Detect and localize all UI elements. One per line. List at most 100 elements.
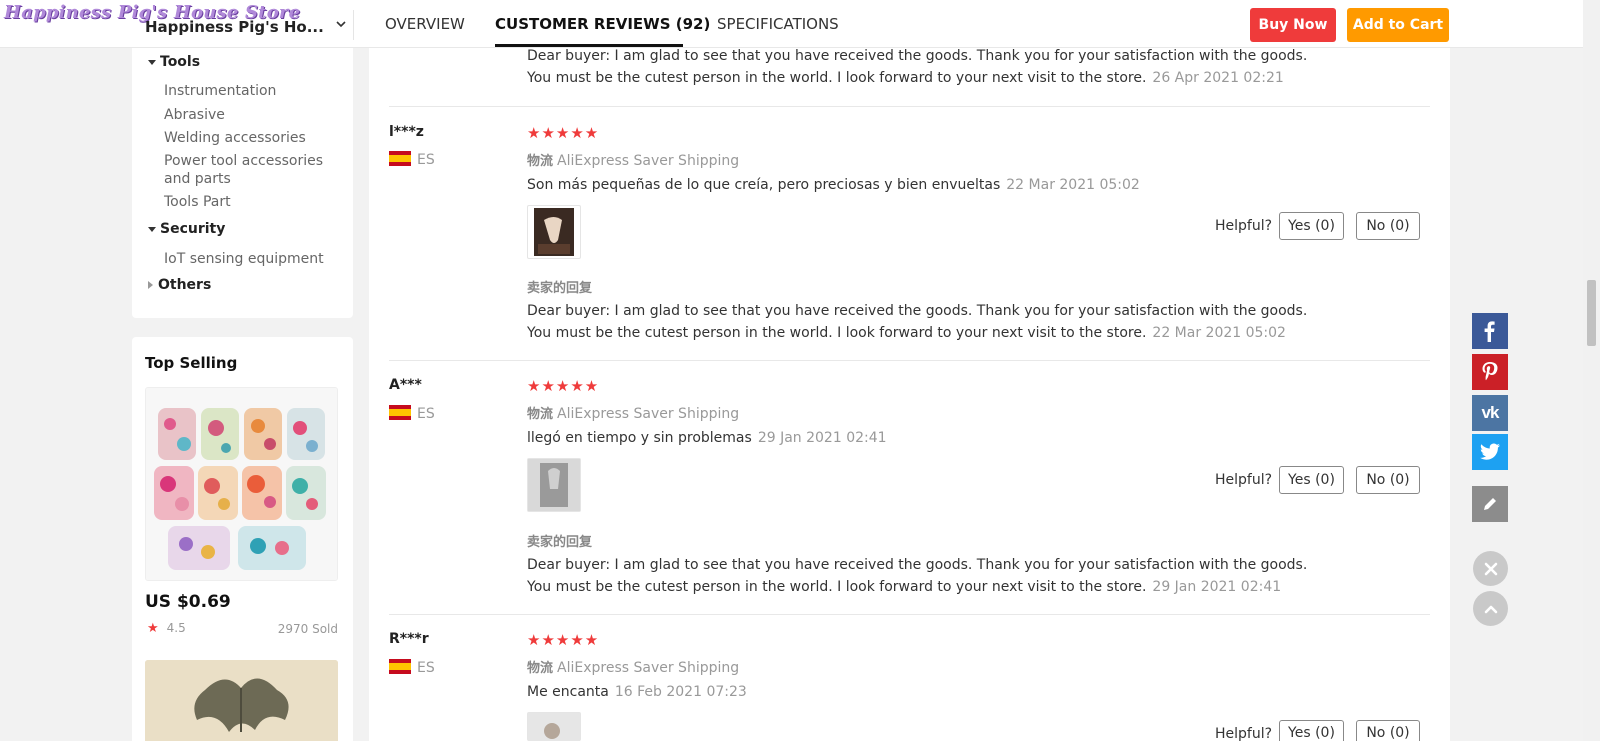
- reply-line: You must be the cutest person in the wor…: [527, 70, 1147, 86]
- scrollbar-thumb[interactable]: [1587, 280, 1596, 346]
- reply-date: 22 Mar 2021 05:02: [1152, 325, 1286, 341]
- star-rating: ★★★★★: [527, 377, 600, 395]
- seller-reply-label: 卖家的回复: [527, 535, 593, 550]
- seller-reply-text: You must be the cutest person in the wor…: [527, 579, 1281, 595]
- category-item-tools-part[interactable]: Tools Part: [164, 193, 231, 211]
- spain-flag-icon: [389, 659, 411, 674]
- reviewer-country: ES: [389, 151, 435, 168]
- active-tab-indicator: [495, 44, 683, 47]
- review-text: llegó en tiempo y sin problemas 29 Jan 20…: [527, 430, 887, 446]
- buy-now-button[interactable]: Buy Now: [1250, 8, 1336, 42]
- reviewer-country: ES: [389, 659, 435, 676]
- divider: [389, 106, 1430, 107]
- facebook-icon[interactable]: [1472, 313, 1508, 349]
- tab-customer-reviews[interactable]: CUSTOMER REVIEWS (92): [495, 15, 710, 33]
- category-group-others[interactable]: Others: [148, 277, 211, 293]
- reply-date: 29 Jan 2021 02:41: [1152, 579, 1282, 595]
- store-name[interactable]: Happiness Pig's Ho...: [145, 18, 324, 36]
- category-item-welding-accessories[interactable]: Welding accessories: [164, 129, 306, 147]
- helpful-label: Helpful?: [1215, 218, 1273, 234]
- reviews-panel: [369, 0, 1450, 741]
- spain-flag-icon: [389, 405, 411, 420]
- shipping-info: 物流 AliExpress Saver Shipping: [527, 403, 739, 422]
- product-rating: ★ 4.5: [147, 621, 186, 636]
- tab-specifications[interactable]: SPECIFICATIONS: [717, 15, 839, 33]
- category-item-iot-sensing[interactable]: IoT sensing equipment: [164, 250, 324, 268]
- helpful-label: Helpful?: [1215, 726, 1273, 741]
- rating-value: 4.5: [166, 621, 186, 635]
- seller-reply-text: Dear buyer: I am glad to see that you ha…: [527, 303, 1308, 319]
- caret-right-icon: [148, 281, 153, 289]
- reviewer-name: A***: [389, 377, 422, 393]
- category-group-label: Security: [160, 221, 226, 237]
- shipping-label: 物流: [527, 154, 554, 169]
- review-date: 16 Feb 2021 07:23: [614, 684, 747, 700]
- reply-line: You must be the cutest person in the wor…: [527, 325, 1147, 341]
- pinterest-icon[interactable]: [1472, 354, 1508, 390]
- vk-glyph: vk: [1481, 403, 1500, 422]
- reviewer-name: l***z: [389, 124, 424, 140]
- review-date: 22 Mar 2021 05:02: [1006, 177, 1140, 193]
- vk-icon[interactable]: vk: [1472, 395, 1508, 431]
- shipping-method: AliExpress Saver Shipping: [557, 406, 740, 422]
- helpful-no-button[interactable]: No (0): [1356, 466, 1420, 494]
- helpful-label: Helpful?: [1215, 472, 1273, 488]
- seller-reply-text: Dear buyer: I am glad to see that you ha…: [527, 48, 1308, 64]
- seller-reply-text: You must be the cutest person in the wor…: [527, 325, 1286, 341]
- category-item-instrumentation[interactable]: Instrumentation: [164, 82, 276, 100]
- divider: [389, 614, 1430, 615]
- review-photo[interactable]: [527, 458, 581, 512]
- close-icon[interactable]: [1473, 551, 1508, 586]
- spain-flag-icon: [389, 151, 411, 166]
- review-body: Me encanta: [527, 684, 609, 700]
- star-rating: ★★★★★: [527, 124, 600, 142]
- product-price: US $0.69: [145, 592, 231, 612]
- shipping-info: 物流 AliExpress Saver Shipping: [527, 150, 739, 169]
- category-group-label: Others: [158, 277, 212, 293]
- product-sold-count: 2970 Sold: [277, 622, 338, 636]
- review-body: llegó en tiempo y sin problemas: [527, 430, 752, 446]
- caret-down-icon: [148, 59, 156, 65]
- seller-reply-text: You must be the cutest person in the wor…: [527, 70, 1284, 86]
- country-code: ES: [417, 152, 435, 168]
- scrollbar-track[interactable]: [1583, 0, 1600, 741]
- top-bar: Happiness Pig's House Store Happiness Pi…: [0, 0, 1583, 48]
- seller-reply-label: 卖家的回复: [527, 281, 593, 296]
- shipping-method: AliExpress Saver Shipping: [557, 660, 740, 676]
- shipping-method: AliExpress Saver Shipping: [557, 153, 740, 169]
- helpful-yes-button[interactable]: Yes (0): [1279, 212, 1344, 240]
- helpful-yes-button[interactable]: Yes (0): [1279, 466, 1344, 494]
- category-item-power-tool-accessories[interactable]: Power tool accessories and parts: [164, 152, 334, 188]
- helpful-no-button[interactable]: No (0): [1356, 720, 1420, 741]
- review-photo[interactable]: [527, 712, 581, 741]
- shipping-label: 物流: [527, 407, 554, 422]
- category-item-abrasive[interactable]: Abrasive: [164, 106, 225, 124]
- product-image[interactable]: [145, 660, 338, 741]
- back-to-top-icon[interactable]: [1473, 591, 1508, 626]
- top-selling-title: Top Selling: [145, 354, 238, 372]
- star-icon: ★: [147, 621, 159, 636]
- shipping-info: 物流 AliExpress Saver Shipping: [527, 657, 739, 676]
- country-code: ES: [417, 406, 435, 422]
- chevron-down-icon[interactable]: [334, 16, 348, 30]
- review-text: Me encanta 16 Feb 2021 07:23: [527, 684, 747, 700]
- category-group-tools[interactable]: Tools: [148, 54, 200, 70]
- add-to-cart-button[interactable]: Add to Cart: [1347, 8, 1449, 42]
- review-date: 29 Jan 2021 02:41: [757, 430, 887, 446]
- seller-reply-text: Dear buyer: I am glad to see that you ha…: [527, 557, 1308, 573]
- tab-overview[interactable]: OVERVIEW: [385, 15, 465, 33]
- review-body: Son más pequeñas de lo que creía, pero p…: [527, 177, 1001, 193]
- divider: [389, 360, 1430, 361]
- edit-icon[interactable]: [1472, 486, 1508, 522]
- review-photo[interactable]: [527, 205, 581, 259]
- review-text: Son más pequeñas de lo que creía, pero p…: [527, 177, 1140, 193]
- category-group-security[interactable]: Security: [148, 221, 225, 237]
- helpful-yes-button[interactable]: Yes (0): [1279, 720, 1344, 741]
- helpful-no-button[interactable]: No (0): [1356, 212, 1420, 240]
- shipping-label: 物流: [527, 661, 554, 676]
- twitter-icon[interactable]: [1472, 434, 1508, 470]
- product-image[interactable]: [145, 387, 338, 581]
- caret-down-icon: [148, 226, 156, 232]
- star-rating: ★★★★★: [527, 631, 600, 649]
- reply-date: 26 Apr 2021 02:21: [1152, 70, 1284, 86]
